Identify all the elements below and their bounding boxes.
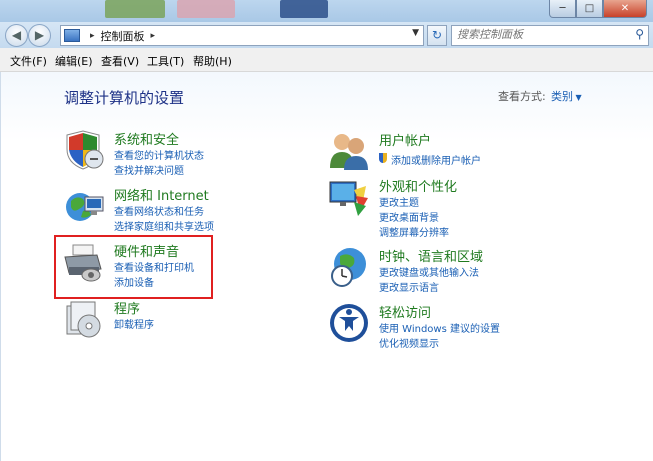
- category-title[interactable]: 用户帐户: [379, 130, 431, 149]
- category-title[interactable]: 程序: [114, 298, 140, 317]
- refresh-button[interactable]: ↻: [427, 25, 447, 46]
- menu-tools[interactable]: 工具(T): [147, 53, 184, 69]
- category-title[interactable]: 外观和个性化: [379, 176, 457, 195]
- link-network-status[interactable]: 查看网络状态和任务: [114, 203, 204, 218]
- link-screen-resolution[interactable]: 调整屏幕分辨率: [379, 224, 449, 239]
- control-panel-content: 调整计算机的设置 查看方式: 类别 系统和安全 查看您的计算机状态 查找并解决问…: [0, 72, 653, 461]
- minimize-button[interactable]: ─: [549, 0, 576, 18]
- category-title[interactable]: 时钟、语言和区域: [379, 246, 483, 265]
- thumbnail-3[interactable]: [280, 0, 328, 18]
- menu-help[interactable]: 帮助(H): [193, 53, 232, 69]
- back-button[interactable]: ◀: [5, 24, 28, 47]
- link-uninstall-program[interactable]: 卸载程序: [114, 316, 154, 331]
- link-display-language[interactable]: 更改显示语言: [379, 279, 439, 294]
- menu-edit[interactable]: 编辑(E): [55, 53, 93, 69]
- link-windows-recommended[interactable]: 使用 Windows 建议的设置: [379, 320, 500, 335]
- category-clock-language: 时钟、语言和区域 更改键盘或其他输入法 更改显示语言: [328, 246, 568, 294]
- address-bar[interactable]: ▸ 控制面板 ▸ ▼: [60, 25, 424, 46]
- programs-disc-icon[interactable]: [63, 298, 105, 340]
- close-button[interactable]: ✕: [603, 0, 647, 18]
- navigation-bar: ◀ ▶ ▸ 控制面板 ▸ ▼ ↻ ⚲: [0, 22, 653, 48]
- category-title[interactable]: 系统和安全: [114, 129, 179, 148]
- page-title: 调整计算机的设置: [64, 89, 185, 107]
- view-by-label: 查看方式:: [498, 90, 546, 103]
- breadcrumb-separator-2[interactable]: ▸: [151, 31, 156, 41]
- ease-of-access-icon[interactable]: [328, 302, 370, 344]
- search-box[interactable]: ⚲: [451, 25, 649, 46]
- clock-globe-icon[interactable]: [328, 246, 370, 288]
- link-find-fix-problems[interactable]: 查找并解决问题: [114, 162, 184, 177]
- title-bar: ─ □ ✕: [0, 0, 653, 22]
- window-controls: ─ □ ✕: [549, 0, 647, 18]
- security-shield-icon[interactable]: [63, 129, 105, 171]
- control-panel-icon: [64, 29, 80, 42]
- category-appearance: 外观和个性化 更改主题 更改桌面背景 调整屏幕分辨率: [328, 176, 568, 239]
- link-change-theme[interactable]: 更改主题: [379, 194, 419, 209]
- menu-bar: 文件(F) 编辑(E) 查看(V) 工具(T) 帮助(H): [0, 48, 653, 72]
- menu-file[interactable]: 文件(F): [10, 53, 47, 69]
- category-network-internet: 网络和 Internet 查看网络状态和任务 选择家庭组和共享选项: [63, 185, 263, 235]
- forward-button[interactable]: ▶: [28, 24, 51, 47]
- link-add-remove-users[interactable]: 添加或删除用户帐户: [379, 152, 481, 167]
- category-user-accounts: 用户帐户 添加或删除用户帐户: [328, 130, 568, 170]
- category-ease-of-access: 轻松访问 使用 Windows 建议的设置 优化视频显示: [328, 302, 568, 350]
- highlight-box: [54, 235, 213, 299]
- view-by-dropdown[interactable]: 类别: [551, 88, 582, 104]
- category-system-security: 系统和安全 查看您的计算机状态 查找并解决问题: [63, 129, 263, 179]
- breadcrumb-separator[interactable]: ▸: [90, 31, 95, 41]
- network-globe-icon[interactable]: [63, 185, 105, 227]
- address-dropdown-icon[interactable]: ▼: [412, 28, 419, 38]
- refresh-icon: ↻: [431, 28, 443, 42]
- category-title[interactable]: 轻松访问: [379, 302, 431, 321]
- maximize-button[interactable]: □: [576, 0, 603, 18]
- search-icon[interactable]: ⚲: [635, 27, 644, 41]
- appearance-icon[interactable]: [328, 176, 370, 218]
- search-input[interactable]: [452, 26, 627, 43]
- breadcrumb-control-panel[interactable]: 控制面板: [101, 28, 145, 44]
- category-title[interactable]: 网络和 Internet: [114, 185, 209, 204]
- link-optimize-display[interactable]: 优化视频显示: [379, 335, 439, 350]
- menu-view[interactable]: 查看(V): [101, 53, 139, 69]
- link-change-background[interactable]: 更改桌面背景: [379, 209, 439, 224]
- users-icon[interactable]: [328, 130, 370, 172]
- thumbnail-2[interactable]: [177, 0, 235, 18]
- link-homegroup-sharing[interactable]: 选择家庭组和共享选项: [114, 218, 214, 233]
- forward-arrow-icon: ▶: [34, 28, 45, 42]
- back-arrow-icon: ◀: [11, 28, 22, 42]
- link-change-keyboard[interactable]: 更改键盘或其他输入法: [379, 264, 479, 279]
- thumbnail-1[interactable]: [105, 0, 165, 18]
- link-view-computer-status[interactable]: 查看您的计算机状态: [114, 147, 204, 162]
- category-programs: 程序 卸载程序: [63, 298, 263, 348]
